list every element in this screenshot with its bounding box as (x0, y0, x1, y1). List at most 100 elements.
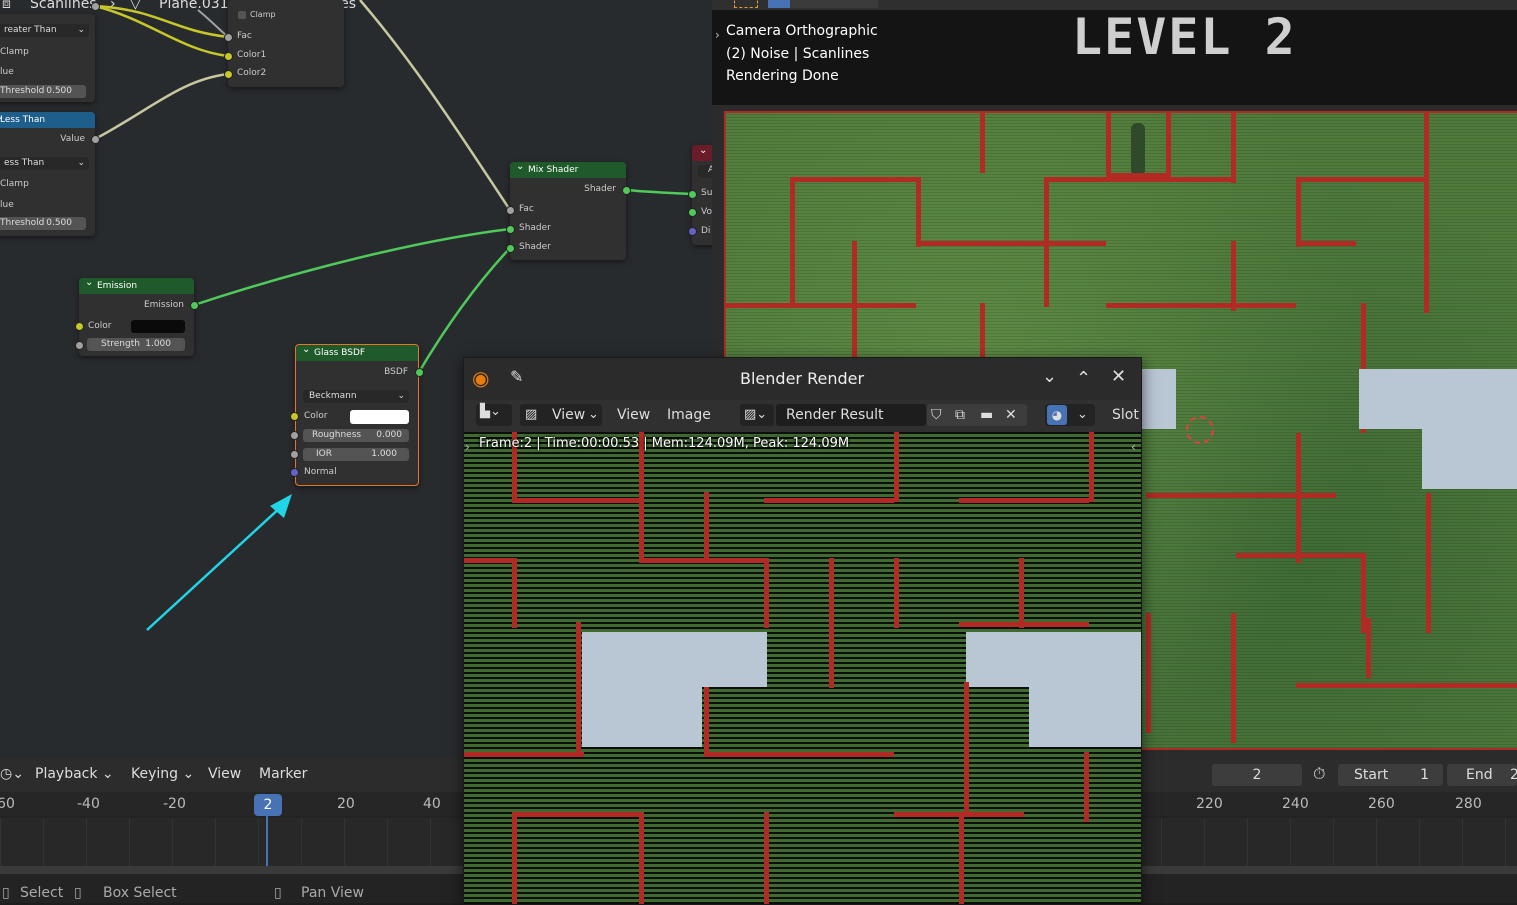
menu-marker[interactable]: Marker (259, 766, 307, 782)
render-wall (512, 558, 517, 628)
less-than-mode-dropdown[interactable]: ess Than ⌄ (0, 157, 89, 170)
editor-type-button[interactable]: ▙⌄ (476, 404, 512, 426)
glass-roughness-socket[interactable] (290, 431, 299, 440)
stopwatch-icon[interactable]: ⏱ (1313, 764, 1325, 784)
output-target-dropdown[interactable]: A (698, 165, 712, 178)
render-wall (512, 812, 642, 817)
menu-keying[interactable]: Keying ⌄ (131, 766, 194, 782)
mix-shader-shader2-socket[interactable] (506, 244, 515, 253)
render-result-image[interactable]: › ‹ (464, 432, 1141, 904)
emission-strength-field[interactable]: Strength 1.000 (87, 338, 185, 351)
object-icon: ⧈ (2, 0, 11, 12)
threshold-value: 0.500 (46, 218, 72, 228)
chevron-left-icon[interactable]: ‹ (1131, 440, 1136, 454)
menu-playback[interactable]: Playback ⌄ (35, 766, 114, 782)
player-sprite (1131, 123, 1145, 173)
duplicate-icon[interactable]: ⧉ (955, 404, 965, 426)
greater-than-clamp[interactable]: Clamp (0, 47, 29, 57)
render-wall (829, 558, 834, 688)
render-window[interactable]: ◉ ✎ Blender Render ⌄ ⌃ ✕ ▙⌄ ▨ View ⌄ Vie… (463, 357, 1142, 905)
node-less-than[interactable]: Less Than Value ess Than ⌄ Clamp lue Thre… (0, 109, 95, 236)
start-frame-field[interactable]: Start 1 (1338, 764, 1443, 786)
less-than-clamp[interactable]: Clamp (0, 179, 29, 189)
emission-color-socket[interactable] (75, 322, 84, 331)
mix-shader-shader1-socket[interactable] (506, 225, 515, 234)
emission-color-swatch[interactable] (131, 320, 185, 333)
editor-type-icon[interactable]: ◷⌄ (0, 766, 24, 782)
output-surface-socket[interactable] (688, 190, 697, 199)
image-name-field[interactable]: Render Result (776, 404, 926, 426)
emission-strength-socket[interactable] (75, 341, 84, 350)
chevron-right-icon[interactable]: › (465, 440, 470, 454)
playhead-line[interactable] (266, 816, 268, 866)
glass-normal-socket[interactable] (290, 468, 299, 477)
output-surface-label: Su (701, 188, 712, 198)
minimize-icon[interactable]: ⌄ (1042, 366, 1057, 387)
menu-view[interactable]: View (208, 766, 241, 782)
playhead-marker[interactable]: 2 (254, 794, 282, 816)
link-fac-to-mix (359, 0, 512, 211)
maximize-icon[interactable]: ⌃ (1076, 368, 1091, 389)
pin-icon[interactable]: ✎ (510, 367, 523, 386)
maze-wall (790, 177, 920, 182)
slot-button[interactable]: Slot (1112, 404, 1139, 426)
less-than-threshold-field[interactable]: Threshold 0.500 (0, 217, 86, 230)
maze-wall (726, 303, 916, 308)
node-mix-shader[interactable]: Mix Shader Shader Fac Shader Shader (510, 159, 626, 260)
close-icon[interactable]: ✕ (1111, 366, 1126, 387)
glass-output-socket[interactable] (415, 368, 424, 377)
folder-icon[interactable]: ▬ (980, 404, 993, 426)
chevron-right-icon[interactable]: › (715, 28, 720, 42)
menu-image[interactable]: Image (667, 404, 711, 426)
render-wall (512, 812, 517, 904)
mix-color1-socket[interactable] (224, 52, 233, 61)
node-greater-than[interactable]: reater Than ⌄ Clamp lue Threshold 0.500 (0, 14, 95, 102)
glass-distribution-dropdown[interactable]: Beckmann ⌄ (303, 390, 409, 403)
tick-label: 40 (423, 796, 441, 812)
glass-color-swatch[interactable] (350, 410, 409, 424)
render-blue-floor (1029, 687, 1141, 747)
selection-mode-active[interactable] (768, 0, 790, 8)
less-than-output-socket[interactable] (91, 135, 100, 144)
render-wall (464, 752, 584, 757)
render-window-titlebar[interactable]: ◉ ✎ Blender Render ⌄ ⌃ ✕ (464, 358, 1141, 400)
chevron-down-icon: ⌄ (182, 766, 195, 782)
end-frame-field[interactable]: End 2 (1447, 764, 1517, 786)
mix-shader-fac-socket[interactable] (506, 206, 515, 215)
status-pan-view: Pan View (301, 885, 364, 901)
output-volume-socket[interactable] (688, 208, 697, 217)
overlay-toggle[interactable]: ◕ ⌄ (1045, 404, 1095, 426)
3d-cursor-icon[interactable] (1186, 416, 1214, 444)
greater-than-threshold-field[interactable]: Threshold 0.500 (0, 85, 86, 98)
maze-wall (1231, 113, 1236, 183)
render-blue-floor (582, 687, 702, 747)
image-browse-button[interactable]: ▨⌄ (740, 404, 774, 426)
glass-roughness-field[interactable]: Roughness 0.000 (303, 429, 409, 442)
emission-output-socket[interactable] (190, 301, 199, 310)
blender-logo-icon: ◉ (472, 366, 490, 390)
header-scanlines[interactable]: Scanlines (30, 0, 97, 12)
close-icon[interactable]: ✕ (1005, 404, 1017, 426)
greater-than-mode-dropdown[interactable]: reater Than ⌄ (0, 24, 89, 37)
node-glass-bsdf[interactable]: Glass BSDF BSDF Beckmann ⌄ Color Roughnes… (295, 342, 419, 486)
output-displacement-socket[interactable] (688, 227, 697, 236)
node-mix-rgb[interactable]: Clamp Fac Color1 Color2 (228, 0, 344, 87)
maze-wall (1366, 618, 1371, 678)
glass-ior-socket[interactable] (290, 450, 299, 459)
ior-value: 1.000 (371, 449, 397, 459)
mix-fac-socket[interactable] (224, 33, 233, 42)
render-wall (1019, 558, 1024, 628)
menu-view[interactable]: View (617, 404, 650, 426)
glass-color-socket[interactable] (290, 412, 299, 421)
mix-shader-output-socket[interactable] (622, 186, 631, 195)
node-emission[interactable]: Emission Emission Color Strength 1.000 (79, 275, 194, 356)
clamp-checkbox[interactable] (238, 11, 246, 19)
view-mode-dropdown[interactable]: ▨ View ⌄ (520, 404, 602, 426)
mix-color2-socket[interactable] (224, 70, 233, 79)
greater-than-output-socket[interactable] (91, 2, 100, 11)
select-box-icon[interactable] (734, 0, 758, 8)
current-frame-field[interactable]: 2 (1212, 764, 1302, 786)
shield-icon[interactable]: ⛉ (931, 404, 942, 426)
glass-ior-field[interactable]: IOR 1.000 (303, 448, 409, 461)
header-plane[interactable]: Plane.031 (159, 0, 229, 12)
